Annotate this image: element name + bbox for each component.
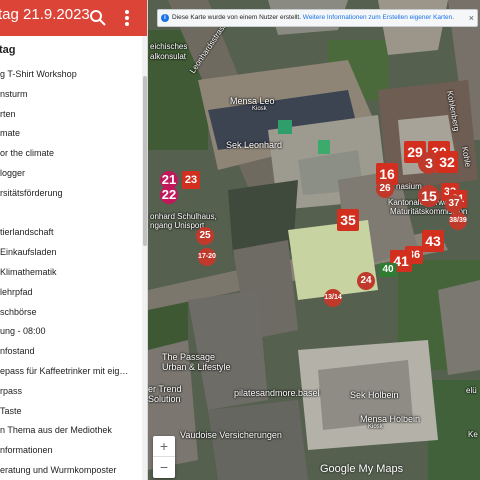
map-marker[interactable]: 22 [160, 186, 178, 204]
layer-list-item[interactable] [0, 203, 142, 223]
more-vert-icon[interactable] [120, 8, 134, 28]
layer-list-item[interactable]: ung - 08:00 [0, 321, 142, 341]
scroll-thumb[interactable] [143, 76, 147, 246]
poi-label: Sek Holbein [350, 390, 399, 400]
notice-text: Diese Karte wurde von einem Nutzer erste… [172, 14, 301, 21]
map-marker[interactable]: 32 [436, 151, 458, 173]
layer-list-item[interactable]: nsturm [0, 84, 142, 104]
poi-label: The Passage [162, 352, 216, 362]
map-marker[interactable]: 37 [445, 195, 463, 213]
map-marker[interactable]: 13/14 [324, 289, 342, 307]
layer-list-item[interactable]: eratung und Wurmkomposter [0, 460, 142, 480]
map-marker[interactable]: 25 [196, 227, 214, 245]
layer-list-item[interactable]: lehrpfad [0, 282, 142, 302]
info-notice: i Diese Karte wurde von einem Nutzer ers… [157, 9, 478, 27]
layer-list-item[interactable]: nfostand [0, 341, 142, 361]
poi-label: pilatesandmore.basel [234, 388, 320, 398]
map-label: alkonsulat [150, 52, 187, 61]
poi-label: ngang Unisport [150, 221, 205, 230]
map-marker[interactable]: 38/39 [449, 212, 467, 230]
layer-list-item[interactable]: g T-Shirt Workshop [0, 64, 142, 84]
layer-title[interactable]: tag [0, 44, 16, 56]
layer-list-item[interactable]: Taste [0, 401, 142, 421]
poi-label: Solution [148, 394, 181, 404]
panel-header: tag 21.9.2023 [0, 0, 147, 36]
layer-list-item[interactable]: Einkaufsladen [0, 242, 142, 262]
layer-list-item[interactable]: Klimathematik [0, 262, 142, 282]
poi-label: Ke [468, 430, 478, 439]
layer-list-item[interactable]: rten [0, 104, 142, 124]
poi-label: elü [466, 386, 477, 395]
poi-label: Vaudoise Versicherungen [180, 430, 282, 440]
layer-list-item[interactable]: rsitätsförderung [0, 183, 142, 203]
poi-label: Mensa Holbein [360, 414, 421, 424]
notice-link[interactable]: Weitere Informationen zum Erstellen eige… [303, 14, 454, 21]
map-marker[interactable]: 17-20 [198, 248, 216, 266]
google-my-maps-logo: Google My Maps [320, 463, 404, 475]
poi-label: Kiosk [368, 424, 383, 430]
info-icon: i [161, 14, 169, 22]
map-marker[interactable]: 23 [182, 171, 200, 189]
layer-list-item[interactable]: epass für Kaffeetrinker mit eig… [0, 361, 142, 381]
map-title[interactable]: tag 21.9.2023 [0, 6, 90, 23]
zoom-out-button[interactable]: − [153, 457, 175, 478]
layer-list-item[interactable]: or the climate [0, 143, 142, 163]
layer-list-item[interactable]: mate [0, 123, 142, 143]
layer-list-item[interactable]: nformationen [0, 440, 142, 460]
poi-label: er Trend [148, 384, 182, 394]
map-marker[interactable]: 15 [418, 185, 440, 207]
poi-label: Sek Leonhard [226, 140, 283, 150]
layer-list-item[interactable]: schbörse [0, 302, 142, 322]
map-label: eichisches [150, 42, 188, 51]
map-marker[interactable]: 26 [376, 180, 394, 198]
poi-label: Kiosk [252, 106, 267, 112]
layer-list-item[interactable]: n Thema aus der Mediothek [0, 420, 142, 440]
poi-label: Urban & Lifestyle [162, 362, 231, 372]
zoom-in-button[interactable]: + [153, 436, 175, 457]
map-marker[interactable]: 35 [337, 209, 359, 231]
map-marker[interactable]: 24 [357, 272, 375, 290]
panel-scrollbar[interactable] [142, 36, 147, 480]
layer-list-item[interactable]: logger [0, 163, 142, 183]
poi-label: nasium [396, 182, 422, 191]
satellite-map[interactable]: i Diese Karte wurde von einem Nutzer ers… [148, 0, 480, 480]
map-marker[interactable]: 43 [422, 230, 444, 252]
poi-label: onhard Schulhaus, [150, 212, 217, 221]
zoom-control: + − [153, 436, 175, 478]
poi-label: Mensa Leo [230, 96, 275, 106]
close-icon[interactable]: × [469, 10, 474, 26]
map-marker[interactable]: 40 [379, 263, 397, 277]
search-icon[interactable] [89, 9, 107, 27]
layer-list-item[interactable]: rpass [0, 381, 142, 401]
layer-panel: tag 21.9.2023 tag g T-Shirt Workshop nstu… [0, 0, 148, 480]
layer-list-item[interactable]: tierlandschaft [0, 222, 142, 242]
